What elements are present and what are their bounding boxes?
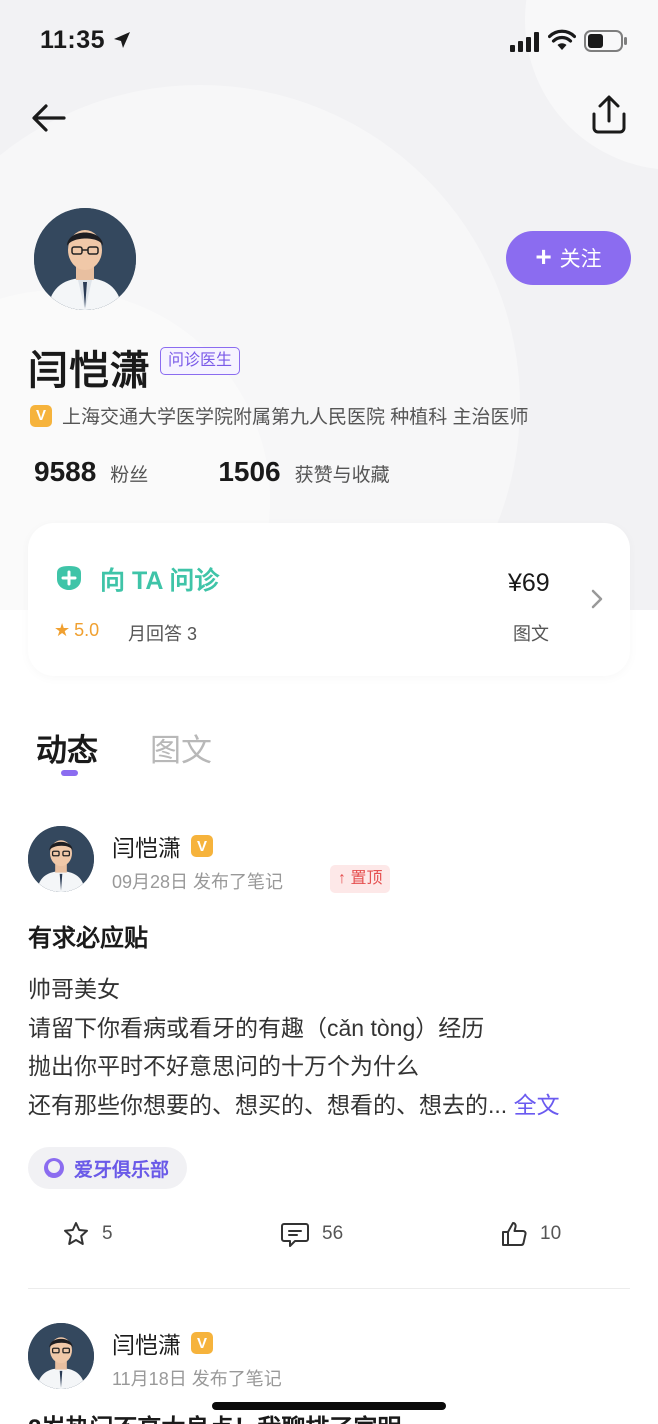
doctor-avatar[interactable] (34, 208, 136, 310)
topic-chip[interactable]: 爱牙俱乐部 (28, 1147, 188, 1189)
status-time: 11:35 (40, 26, 106, 54)
tab-posts[interactable]: 动态 (36, 725, 98, 770)
post-line: 帅哥美女 (28, 976, 120, 1002)
plus-icon: + (535, 240, 552, 272)
like-count: 10 (540, 1223, 562, 1244)
post-author[interactable]: 闫恺潇 V (112, 1326, 213, 1360)
post-author-name: 闫恺潇 (112, 835, 181, 861)
pin-icon: ↑ (338, 870, 346, 887)
consult-title: 向 TA 问诊 (100, 567, 220, 595)
consult-shield-icon (57, 566, 81, 590)
fans-label: 粉丝 (110, 465, 149, 486)
star-icon: ★ (54, 620, 71, 640)
post-line: 还有那些你想要的、想买的、想看的、想去的... (28, 1091, 508, 1118)
hospital-text: 上海交通大学医学院附属第九人民医院 种植科 主治医师 (62, 407, 529, 428)
post-line-last: 还有那些你想要的、想买的、想看的、想去的... 全文 (28, 1086, 628, 1125)
verified-v-icon: V (191, 835, 213, 857)
home-indicator (212, 1402, 446, 1410)
star-outline-icon (64, 1222, 88, 1245)
status-bar: 11:35 (0, 0, 658, 84)
rating-value: 5.0 (74, 620, 100, 640)
share-icon[interactable] (586, 92, 632, 138)
battery-icon (584, 30, 627, 52)
location-arrow-icon (114, 32, 130, 48)
post-meta: 11月18日 发布了笔记 (112, 1369, 282, 1389)
star-action[interactable]: 5 (62, 1220, 113, 1248)
wifi-icon (548, 29, 576, 50)
post-body[interactable]: 帅哥美女 请留下你看病或看牙的有趣（cǎn tòng）经历 抛出你平时不好意思问… (28, 970, 628, 1124)
post-author[interactable]: 闫恺潇 V (112, 829, 213, 863)
topic-label: 爱牙俱乐部 (74, 1159, 170, 1181)
comment-count: 56 (322, 1223, 344, 1244)
post-title[interactable]: 有求必应贴 (28, 918, 148, 953)
verified-v-icon: V (191, 1332, 213, 1354)
pinned-label: 置顶 (350, 870, 383, 887)
fans-count[interactable]: 9588 (34, 456, 96, 488)
likes-count[interactable]: 1506 (218, 456, 280, 488)
consult-card[interactable]: 向 TA 问诊 ★ 5.0 月回答 3 ¥69 图文 (28, 523, 630, 676)
thumbs-up-icon (502, 1222, 527, 1246)
comment-icon (281, 1223, 309, 1247)
back-arrow-icon[interactable] (28, 96, 72, 140)
tab-articles[interactable]: 图文 (150, 725, 212, 770)
profile-stats: 9588 粉丝 1506 获赞与收藏 (34, 456, 390, 488)
follow-button[interactable]: + 关注 (506, 231, 631, 285)
post-author-name: 闫恺潇 (112, 1332, 181, 1358)
follow-label: 关注 (559, 248, 602, 271)
monthly-answers: 月回答 3 (128, 624, 198, 644)
cellular-signal-icon (510, 32, 539, 52)
star-count: 5 (102, 1223, 113, 1244)
topic-bubble-icon (44, 1158, 64, 1178)
tab-indicator (61, 770, 78, 776)
chevron-right-icon (591, 589, 603, 609)
content-tabs: 动态 图文 (36, 725, 212, 770)
verified-v-icon: V (30, 404, 52, 427)
consult-type: 图文 (513, 624, 549, 644)
consult-doctor-badge: 问诊医生 (160, 347, 241, 375)
post-author-avatar[interactable] (28, 826, 94, 892)
post-line: 抛出你平时不好意思问的十万个为什么 (28, 1053, 419, 1079)
rating: ★ 5.0 (54, 620, 99, 641)
pinned-badge: ↑ 置顶 (330, 865, 391, 893)
comment-action[interactable]: 56 (280, 1220, 343, 1248)
likes-label: 获赞与收藏 (294, 465, 390, 486)
read-more-link[interactable]: 全文 (514, 1092, 560, 1118)
hospital-info: V 上海交通大学医学院附属第九人民医院 种植科 主治医师 (30, 402, 529, 429)
post-meta: 09月28日 发布了笔记 (112, 872, 284, 892)
post-author-avatar[interactable] (28, 1323, 94, 1389)
post-title-partial[interactable]: 2岁热门不高太良点！我聊排了家明 (28, 1408, 401, 1424)
like-action[interactable]: 10 (500, 1220, 561, 1248)
post-line: 请留下你看病或看牙的有趣（cǎn tòng）经历 (28, 1014, 485, 1041)
post-divider (28, 1288, 630, 1289)
doctor-name: 闫恺潇 (28, 349, 151, 393)
consult-price: ¥69 (508, 569, 550, 597)
